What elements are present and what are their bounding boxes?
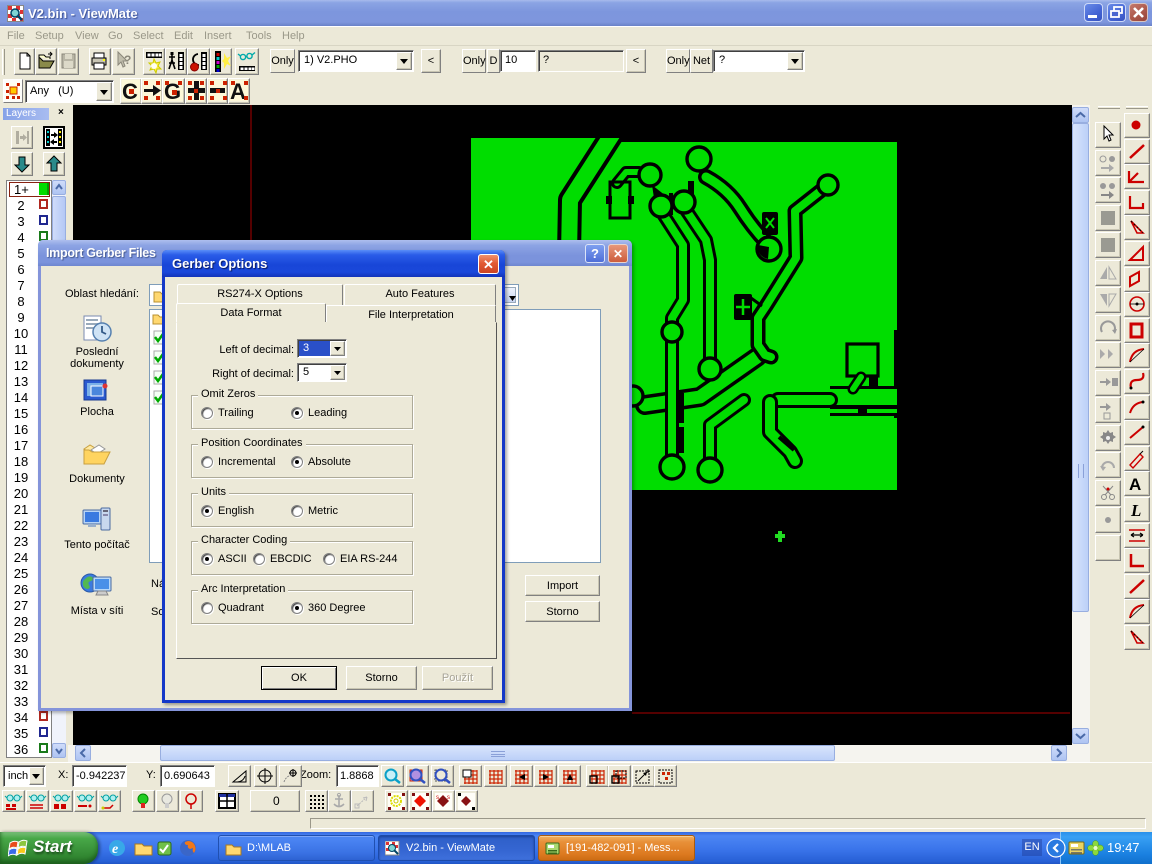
svg-text:A: A	[1129, 475, 1141, 494]
svg-text:e: e	[112, 842, 118, 857]
svg-text:L: L	[1130, 501, 1141, 520]
svg-text:?: ?	[124, 53, 131, 67]
svg-text:s: s	[447, 795, 450, 801]
svg-text:s: s	[436, 795, 439, 801]
